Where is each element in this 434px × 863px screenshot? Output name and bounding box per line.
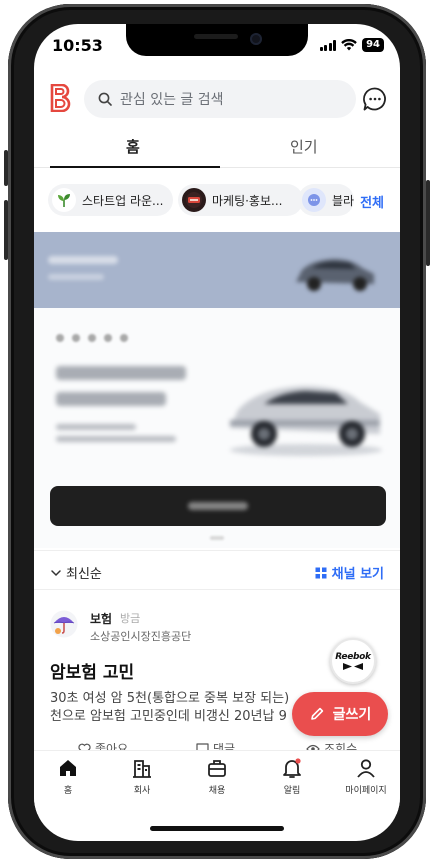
reebok-vector-icon [343, 662, 363, 670]
blind-logo-icon[interactable] [50, 84, 72, 112]
post-body-line: 천으로 암보험 고민중인데 비갱신 20년납 9 [50, 709, 287, 724]
author-name[interactable]: 보험 [90, 610, 112, 627]
search-placeholder: 관심 있는 글 검색 [120, 92, 224, 108]
bell-icon [283, 758, 301, 778]
status-icons: 94 [319, 38, 384, 52]
see-all-channels-link[interactable]: 전체 [360, 192, 384, 211]
post-body[interactable]: 30초 여성 암 5천(통합으로 중복 보장 되는) 천으로 암보험 고민중인데… [50, 690, 312, 726]
speech-bubble-icon [302, 188, 326, 212]
post-body-line: 30초 여성 암 5천(통합으로 중복 보장 되는) [50, 691, 290, 706]
sort-label: 최신순 [66, 567, 102, 582]
ad-blurred-text [56, 424, 136, 430]
channel-view-button[interactable]: 채널 보기 [315, 563, 384, 582]
ad-cta-button[interactable] [50, 486, 386, 526]
sort-bar: 최신순 채널 보기 [34, 550, 400, 590]
active-tab-indicator [50, 166, 220, 168]
nav-item-jobs[interactable]: 채용 [187, 757, 247, 796]
tab-popular[interactable]: 인기 [290, 136, 318, 157]
main-tabs: 홈 인기 [34, 128, 400, 168]
umbrella-icon [50, 610, 78, 638]
power-button [426, 180, 430, 266]
ad-blurred-logo [56, 334, 128, 342]
ad-blurred-text [56, 436, 176, 442]
channel-chip-startup[interactable]: 스타트업 라운... [48, 184, 173, 216]
channel-view-label: 채널 보기 [331, 567, 384, 582]
volume-button [4, 150, 8, 186]
chip-label: 마케팅·홍보... [212, 193, 283, 208]
home-icon [60, 760, 76, 776]
nav-label: 알림 [283, 786, 301, 796]
search-input[interactable]: 관심 있는 글 검색 [84, 80, 356, 118]
car-image [230, 386, 382, 456]
car-image [296, 259, 374, 291]
home-indicator [150, 826, 284, 831]
speaker [194, 34, 238, 39]
nav-item-notifications[interactable]: 알림 [262, 757, 322, 796]
nav-label: 홈 [63, 786, 73, 796]
chip-label: 스타트업 라운... [82, 193, 164, 208]
sprout-icon [52, 188, 76, 212]
chat-icon[interactable] [362, 86, 388, 112]
post-time: 방금 [120, 612, 141, 625]
app-screen: 10:53 94 관심 있는 글 검색 홈 인기 스타트업 라운... 마케팅·… [34, 24, 400, 841]
pencil-icon [310, 707, 323, 720]
notch [126, 24, 308, 56]
ad-blurred-text [56, 392, 166, 406]
company-icon [133, 760, 151, 778]
write-post-button[interactable]: 글쓰기 [292, 692, 388, 736]
reebok-logo: Reebok [335, 651, 371, 662]
carousel-indicator [210, 536, 224, 540]
battery-icon: 94 [362, 38, 384, 52]
reebok-ad-badge[interactable]: Reebok [330, 638, 376, 684]
chevron-down-icon [51, 569, 61, 576]
briefcase-icon [208, 760, 226, 777]
search-icon [98, 92, 112, 106]
status-time: 10:53 [52, 36, 103, 55]
tab-home[interactable]: 홈 [126, 136, 140, 157]
nav-item-company[interactable]: 회사 [112, 757, 172, 796]
camera [250, 33, 262, 45]
sort-dropdown[interactable]: 최신순 [50, 563, 102, 582]
wifi-icon [341, 39, 357, 51]
app-header: 관심 있는 글 검색 [34, 76, 400, 120]
volume-button [4, 200, 8, 260]
channel-chip-blind[interactable]: 블라 [298, 184, 354, 216]
write-post-label: 글쓰기 [332, 707, 372, 723]
post-card[interactable]: 보험 방금 소상공인시장진흥공단 암보험 고민 30초 여성 암 5천(통합으로… [34, 604, 400, 774]
marketing-channel-icon [182, 188, 206, 212]
channel-chips: 스타트업 라운... 마케팅·홍보... 블라 전체 [34, 180, 400, 220]
person-icon [357, 759, 375, 778]
ad-banner-main[interactable] [34, 308, 400, 548]
nav-label: 채용 [208, 786, 226, 796]
ad-blurred-text [48, 256, 118, 264]
signal-icon [319, 39, 337, 51]
nav-item-home[interactable]: 홈 [38, 757, 98, 796]
ad-banner-top[interactable] [34, 232, 400, 308]
nav-label: 회사 [133, 786, 151, 796]
bottom-nav: 홈 회사 채용 알림 마이페이지 [34, 750, 400, 814]
chip-label: 블라 [332, 193, 354, 208]
post-title[interactable]: 암보험 고민 [50, 658, 134, 683]
ad-blurred-text [48, 274, 104, 280]
nav-item-mypage[interactable]: 마이페이지 [336, 757, 396, 796]
author-organization: 소상공인시장진흥공단 [90, 630, 192, 643]
ad-blurred-text [56, 366, 186, 380]
channel-chip-marketing[interactable]: 마케팅·홍보... [178, 184, 303, 216]
grid-icon [315, 567, 327, 578]
nav-label: 마이페이지 [345, 786, 387, 796]
